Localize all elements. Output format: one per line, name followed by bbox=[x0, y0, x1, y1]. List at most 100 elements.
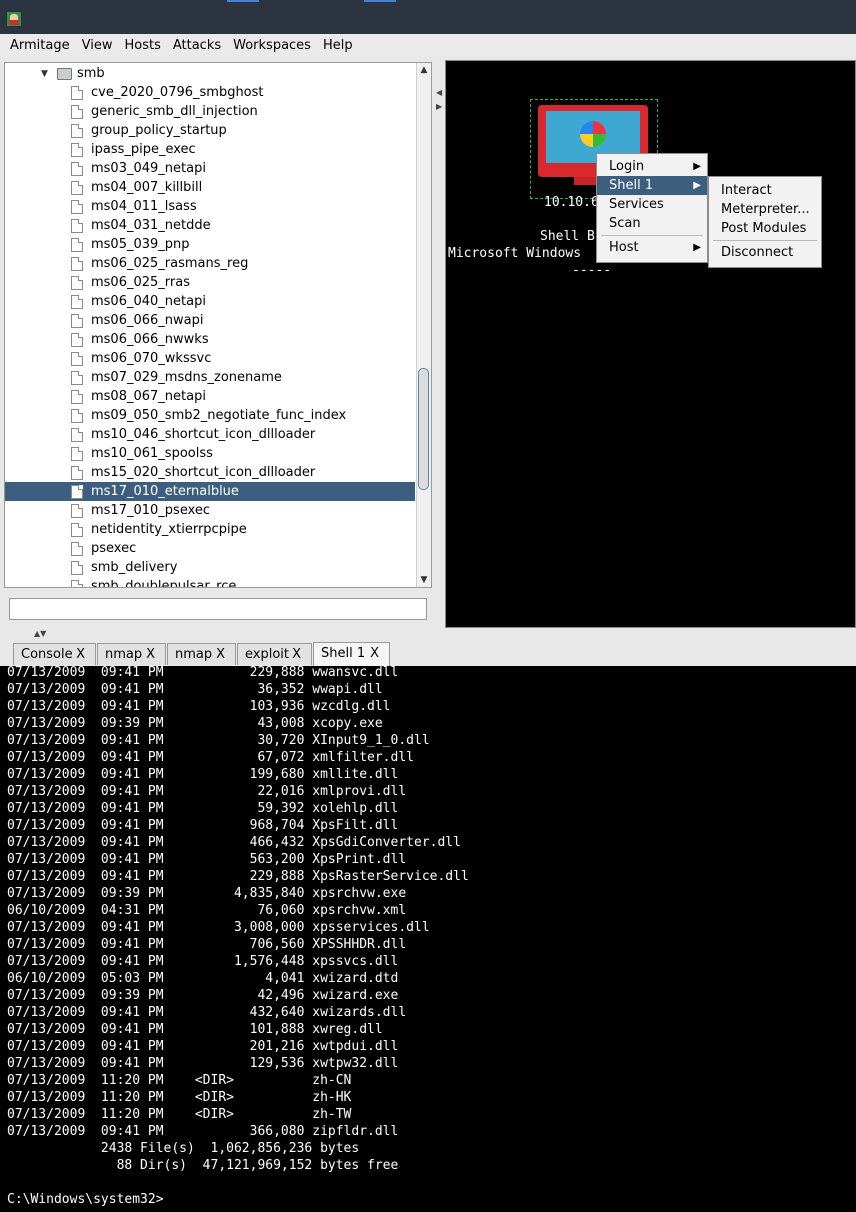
console-line: 07/13/2009 11:20 PM <DIR> zh-CN bbox=[7, 1073, 352, 1088]
submenu-arrow-icon: ▶ bbox=[693, 242, 701, 253]
host-ip-label: 10.10.6 bbox=[544, 195, 599, 210]
tree-item-module[interactable]: ms06_066_nwapi bbox=[5, 311, 415, 330]
tree-item-module[interactable]: ms08_067_netapi bbox=[5, 387, 415, 406]
tree-item-module[interactable]: psexec bbox=[5, 539, 415, 558]
menu-view[interactable]: View bbox=[76, 38, 119, 53]
tree-folder-smb[interactable]: ▼ smb bbox=[5, 64, 415, 83]
tree-scrollbar[interactable]: ▲ ▼ bbox=[416, 63, 431, 587]
window-titlebar bbox=[0, 0, 856, 34]
console-line: 07/13/2009 09:41 PM 366,080 zipfldr.dll bbox=[7, 1124, 399, 1139]
submenu-arrow-icon: ▶ bbox=[693, 161, 701, 172]
tree-item-module[interactable]: ms17_010_psexec bbox=[5, 501, 415, 520]
vertical-splitter[interactable]: ◀ ▶ bbox=[434, 60, 444, 628]
tab-close-icon[interactable]: X bbox=[292, 644, 301, 665]
tree-item-module[interactable]: smb_delivery bbox=[5, 558, 415, 577]
menu-help[interactable]: Help bbox=[317, 38, 359, 53]
file-icon bbox=[71, 180, 83, 195]
tree-item-module[interactable]: group_policy_startup bbox=[5, 121, 415, 140]
tree-item-label: ipass_pipe_exec bbox=[91, 142, 196, 157]
titlebar-indicator bbox=[364, 0, 396, 2]
collapse-triangle-icon[interactable]: ▼ bbox=[41, 69, 51, 79]
armitage-app-icon[interactable] bbox=[6, 11, 22, 27]
tree-item-module[interactable]: ms06_040_netapi bbox=[5, 292, 415, 311]
file-icon bbox=[71, 332, 83, 347]
menu-item-interact[interactable]: Interact bbox=[709, 181, 821, 200]
tree-item-label: ms06_066_nwapi bbox=[91, 313, 204, 328]
console-line: 07/13/2009 09:41 PM 432,640 xwizards.dll bbox=[7, 1005, 407, 1020]
file-icon bbox=[71, 446, 83, 461]
menu-item-shell-1[interactable]: Shell 1 ▶ bbox=[597, 176, 707, 195]
scroll-down-arrow-icon[interactable]: ▼ bbox=[417, 573, 431, 587]
tab-nmap-2[interactable]: nmap X bbox=[167, 643, 236, 665]
tree-item-label: ms15_020_shortcut_icon_dllloader bbox=[91, 465, 316, 480]
host-divider-label: ----- bbox=[572, 263, 612, 278]
tree-item-module[interactable]: ms05_039_pnp bbox=[5, 235, 415, 254]
tree-item-module[interactable]: ipass_pipe_exec bbox=[5, 140, 415, 159]
menu-item-host[interactable]: Host ▶ bbox=[597, 238, 707, 257]
tree-item-module[interactable]: ms06_025_rras bbox=[5, 273, 415, 292]
tab-close-icon[interactable]: X bbox=[146, 644, 155, 665]
tree-item-label: cve_2020_0796_smbghost bbox=[91, 85, 264, 100]
tree-item-label: ms10_046_shortcut_icon_dllloader bbox=[91, 427, 316, 442]
tree-item-module[interactable]: ms06_070_wkssvc bbox=[5, 349, 415, 368]
file-icon bbox=[71, 161, 83, 176]
tab-close-icon[interactable]: X bbox=[216, 644, 225, 665]
tree-item-module[interactable]: ms09_050_smb2_negotiate_func_index bbox=[5, 406, 415, 425]
tree-item-module[interactable]: ms10_046_shortcut_icon_dllloader bbox=[5, 425, 415, 444]
tree-item-module[interactable]: cve_2020_0796_smbghost bbox=[5, 83, 415, 102]
tree-item-label: ms17_010_psexec bbox=[91, 503, 211, 518]
tree-item-label: ms06_025_rasmans_reg bbox=[91, 256, 249, 271]
menu-item-disconnect[interactable]: Disconnect bbox=[709, 243, 821, 262]
tab-shell-1[interactable]: Shell 1X bbox=[313, 642, 390, 666]
tree-item-module[interactable]: ms06_066_nwwks bbox=[5, 330, 415, 349]
tree-item-module[interactable]: ms04_011_lsass bbox=[5, 197, 415, 216]
tree-item-module[interactable]: ms04_031_netdde bbox=[5, 216, 415, 235]
menu-armitage[interactable]: Armitage bbox=[4, 38, 76, 53]
console-line: 07/13/2009 09:39 PM 4,835,840 xpsrchvw.e… bbox=[7, 886, 407, 901]
tree-item-module[interactable]: ms06_025_rasmans_reg bbox=[5, 254, 415, 273]
collapse-right-arrow-icon[interactable]: ▶ bbox=[436, 102, 442, 111]
submenu-arrow-icon: ▶ bbox=[693, 180, 701, 191]
file-icon bbox=[71, 427, 83, 442]
tree-item-module[interactable]: generic_smb_dll_injection bbox=[5, 102, 415, 121]
tree-item-module[interactable]: smb_doublepulsar_rce bbox=[5, 577, 415, 587]
scroll-thumb[interactable] bbox=[418, 368, 429, 490]
shell-console-output[interactable]: 07/13/2009 09:41 PM 229,888 wwansvc.dll 0… bbox=[0, 666, 856, 1212]
console-line: 06/10/2009 05:03 PM 4,041 xwizard.dtd bbox=[7, 971, 399, 986]
console-line: C:\Windows\system32> bbox=[7, 1192, 164, 1207]
tree-item-module[interactable]: ms10_061_spoolss bbox=[5, 444, 415, 463]
tab-console[interactable]: Console X bbox=[13, 643, 96, 665]
tree-item-module[interactable]: netidentity_xtierrpcpipe bbox=[5, 520, 415, 539]
collapse-left-arrow-icon[interactable]: ◀ bbox=[436, 88, 442, 97]
file-icon bbox=[71, 465, 83, 480]
menu-item-meterpreter[interactable]: Meterpreter... bbox=[709, 200, 821, 219]
tree-item-module[interactable]: ms15_020_shortcut_icon_dllloader bbox=[5, 463, 415, 482]
console-line: 07/13/2009 11:20 PM <DIR> zh-TW bbox=[7, 1107, 352, 1122]
tab-exploit[interactable]: exploit X bbox=[237, 643, 312, 665]
console-line: 07/13/2009 09:41 PM 22,016 xmlprovi.dll bbox=[7, 784, 407, 799]
menu-item-post-modules[interactable]: Post Modules bbox=[709, 219, 821, 238]
file-icon bbox=[71, 370, 83, 385]
splitter-up-arrow-icon[interactable]: ▲▼ bbox=[34, 629, 46, 638]
menu-attacks[interactable]: Attacks bbox=[167, 38, 227, 53]
tab-close-icon[interactable]: X bbox=[76, 644, 85, 665]
tree-item-module[interactable]: ms03_049_netapi bbox=[5, 159, 415, 178]
tab-nmap-1[interactable]: nmap X bbox=[97, 643, 166, 665]
tree-item-label: psexec bbox=[91, 541, 137, 556]
tree-item-module[interactable]: ms17_010_eternalblue bbox=[5, 482, 415, 501]
tree-item-module[interactable]: ms07_029_msdns_zonename bbox=[5, 368, 415, 387]
tab-close-icon[interactable]: X bbox=[370, 643, 379, 664]
scroll-up-arrow-icon[interactable]: ▲ bbox=[417, 63, 431, 77]
tree-item-label: ms05_039_pnp bbox=[91, 237, 190, 252]
tree-item-module[interactable]: ms04_007_killbill bbox=[5, 178, 415, 197]
file-icon bbox=[71, 275, 83, 290]
menu-item-services[interactable]: Services bbox=[597, 195, 707, 214]
menu-hosts[interactable]: Hosts bbox=[118, 38, 166, 53]
file-icon bbox=[71, 522, 83, 537]
menu-item-scan[interactable]: Scan bbox=[597, 214, 707, 233]
menu-item-login[interactable]: Login ▶ bbox=[597, 157, 707, 176]
menu-workspaces[interactable]: Workspaces bbox=[227, 38, 317, 53]
module-search-input[interactable] bbox=[9, 598, 427, 620]
tree-item-label: ms04_011_lsass bbox=[91, 199, 197, 214]
console-line: 07/13/2009 09:41 PM 101,888 xwreg.dll bbox=[7, 1022, 383, 1037]
